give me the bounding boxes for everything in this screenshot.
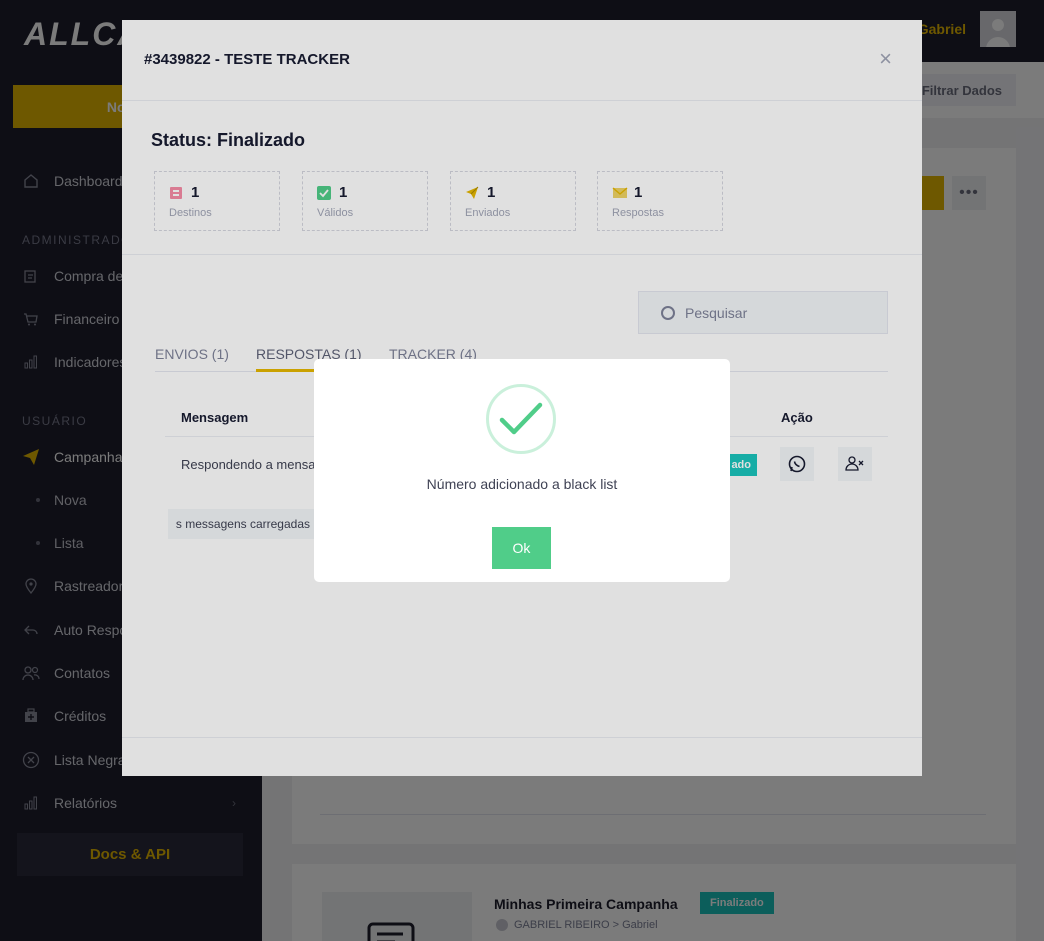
success-check-icon (486, 384, 556, 454)
success-alert: Número adicionado a black list Ok (314, 359, 730, 582)
ok-button[interactable]: Ok (492, 527, 551, 569)
alert-message: Número adicionado a black list (426, 476, 618, 492)
